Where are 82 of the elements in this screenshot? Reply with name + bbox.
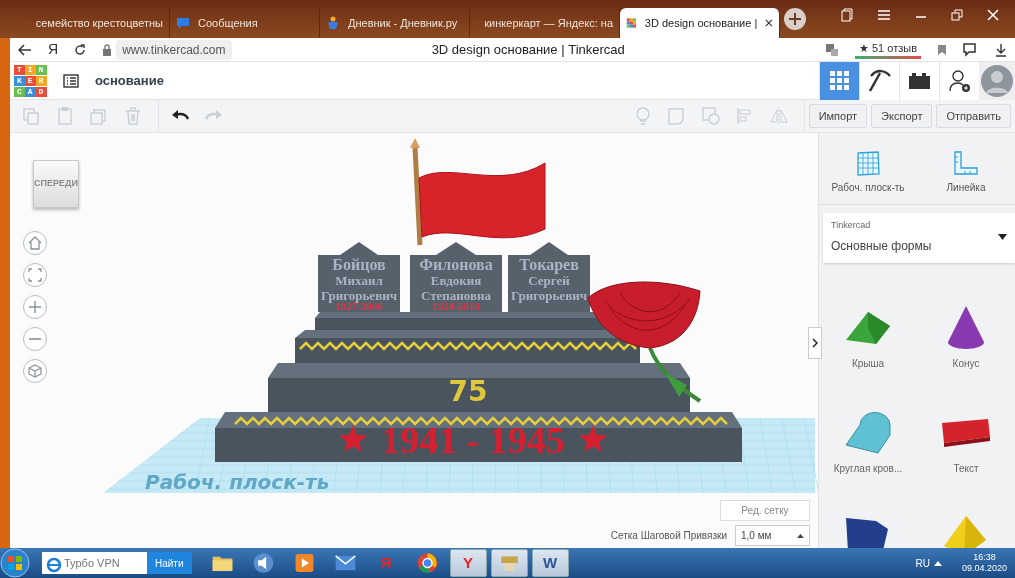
fit-icon (28, 268, 42, 282)
tabs-icon[interactable] (841, 8, 853, 22)
workplane-icon (854, 150, 882, 176)
restore-icon[interactable] (951, 9, 963, 21)
monument-drawing[interactable] (215, 138, 742, 462)
plaque-text: Григорьевич (511, 288, 587, 303)
monument-years: 1941 - 1945 (381, 419, 565, 461)
address-field[interactable]: www.tinkercad.com (116, 39, 232, 60)
snap-grid-label: Сетка Шаговой Привязки (610, 529, 727, 543)
home-icon (28, 236, 42, 250)
roof-shape-tile[interactable]: Крыша (819, 300, 917, 396)
download-icon[interactable] (995, 42, 1007, 57)
ruler-tool-button[interactable]: Линейка (921, 149, 1011, 196)
favicon-icon (626, 16, 637, 30)
tray-arrow-icon[interactable] (933, 560, 942, 566)
plaque-text: Бойцов (332, 256, 386, 273)
new-tab-icon[interactable] (784, 8, 806, 30)
design-list-icon[interactable] (63, 74, 79, 89)
lock-icon (102, 43, 113, 56)
text-shape-tile[interactable]: Текст (917, 405, 1015, 501)
language-indicator[interactable]: RU (915, 555, 930, 571)
design-name[interactable]: основание (95, 70, 164, 91)
round-roof-shape-tile[interactable]: Круглая кров... (819, 405, 917, 501)
caret-icon (797, 533, 804, 538)
group-icon (700, 106, 721, 126)
snap-grid-select[interactable]: 1,0 мм (735, 525, 810, 546)
shape-library-select[interactable]: Tinkercad Основные формы (823, 213, 1015, 263)
translate-icon[interactable] (824, 42, 839, 57)
cone-shape-tile[interactable]: Конус (917, 300, 1015, 396)
pickaxe-icon (867, 68, 892, 93)
search-button[interactable]: Найти (147, 552, 192, 574)
plaque-text: Филонова (419, 256, 493, 273)
monument-number: 75 (448, 375, 488, 408)
plaque-text: Михаил (335, 273, 383, 288)
note-icon (666, 106, 687, 126)
view-control-button[interactable] (23, 231, 47, 255)
caret-icon (998, 233, 1007, 240)
add-user-icon (947, 68, 972, 93)
plaque-text: Степановна (421, 288, 491, 303)
plaque-text: Сергей (528, 273, 570, 288)
taskbar-clock[interactable]: 16:38 09.04.2020 (961, 552, 1007, 574)
page-title: 3D design основание | Tinkercad (430, 40, 626, 59)
back-icon[interactable] (18, 43, 32, 56)
plaque-text: Григорьевич (321, 288, 397, 303)
browser-tab[interactable]: 3D design основание | (620, 8, 780, 38)
pickaxe-view-button[interactable] (859, 61, 899, 100)
add-user-button[interactable] (939, 61, 979, 100)
workplane-tool-button[interactable]: Рабоч. плоск-ть (823, 149, 913, 196)
bookmark-icon[interactable] (937, 43, 947, 56)
mirror-icon (768, 106, 789, 126)
bricks-view-button[interactable] (899, 61, 939, 100)
zoom-in-icon (29, 301, 41, 313)
chevron-icon (812, 338, 818, 348)
start-icon[interactable] (0, 548, 30, 578)
favicon-icon (326, 16, 340, 30)
view-control-button[interactable] (23, 359, 47, 383)
grid-icon (827, 68, 852, 93)
plaque-text: Евдокия (430, 273, 482, 288)
edit-grid-button[interactable]: Ред. сетку (720, 500, 810, 521)
favicon-icon (176, 16, 190, 30)
toolbar-action-button[interactable]: Экспорт (871, 103, 933, 129)
reviews-link[interactable]: ★ 51 отзыв (854, 39, 921, 60)
plaque-years: 1924-2010 (432, 300, 480, 312)
taskbar-app-button[interactable]: W (531, 549, 569, 577)
menu-icon[interactable] (877, 9, 891, 21)
chat-icon[interactable] (963, 42, 979, 57)
duplicate-icon (89, 106, 109, 126)
home-button[interactable]: Я (48, 39, 59, 60)
ruler-icon (952, 150, 980, 176)
reload-icon[interactable] (74, 43, 87, 56)
toolbar-action-button[interactable]: Отправить (936, 103, 1011, 129)
cube-icon (28, 364, 42, 378)
close-icon[interactable] (765, 18, 773, 28)
copy-icon (21, 106, 41, 126)
plaque-text: Токарев (519, 256, 579, 273)
toolbar-action-button[interactable]: Импорт (808, 103, 868, 129)
search-field[interactable]: Турбо VPN (42, 552, 147, 574)
trash-icon (123, 106, 143, 126)
workplane-label: Рабоч. плоск-ть (145, 470, 330, 494)
paste-icon (55, 106, 75, 126)
taskbar-app-button[interactable] (490, 549, 528, 577)
collapse-panel-button[interactable] (808, 327, 822, 359)
